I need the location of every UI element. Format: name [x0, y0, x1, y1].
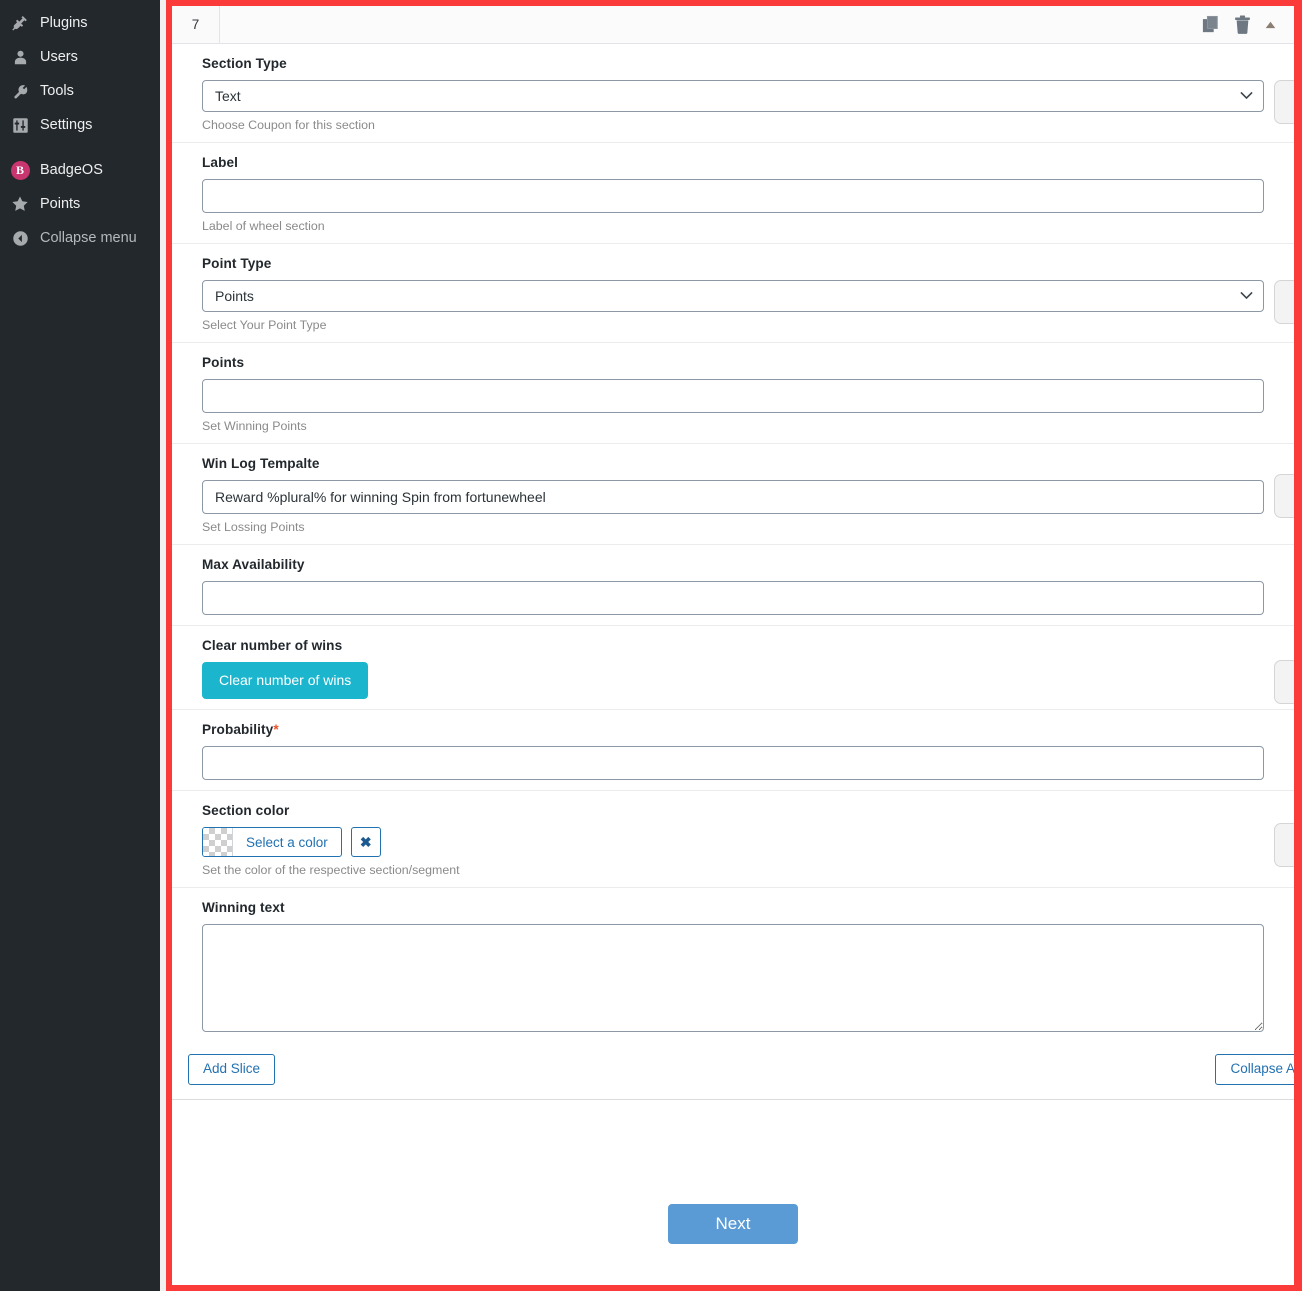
- field-label: Winning text: [202, 900, 285, 915]
- point-type-select-wrap: [202, 280, 1264, 312]
- field-label: Win Log Tempalte: [202, 456, 320, 471]
- win-log-template-input[interactable]: [202, 480, 1264, 514]
- highlight-frame: 7 Section Type Text Choose Coupon for th…: [166, 0, 1302, 1291]
- sidebar-item-label: Settings: [40, 116, 93, 133]
- winning-text-textarea[interactable]: [202, 924, 1264, 1032]
- sidebar-item-label: Plugins: [40, 14, 88, 31]
- sidebar-item-plugins[interactable]: Plugins: [0, 6, 160, 40]
- field-label: Section color: [202, 803, 290, 818]
- field-point-type: Point Type Select Your Point Type: [172, 244, 1294, 343]
- collapse-icon[interactable]: [1265, 21, 1276, 29]
- select-a-color-button[interactable]: Select a color: [202, 827, 342, 857]
- badgeos-badge-letter: B: [10, 160, 30, 180]
- slice-actions: [1202, 6, 1294, 43]
- field-clear-wins: Clear number of wins Clear number of win…: [172, 626, 1294, 710]
- wrench-icon: [10, 81, 30, 101]
- screen: Plugins Users Tools Settings B BadgeOS P…: [0, 0, 1302, 1291]
- edge-cutoff-element: [1274, 660, 1294, 704]
- edge-cutoff-element: [1274, 474, 1294, 518]
- field-section-type: Section Type Choose Coupon for this sect…: [172, 44, 1294, 143]
- slice-panel: 7 Section Type Text Choose Coupon for th…: [172, 6, 1294, 1285]
- clear-color-button[interactable]: ✖: [350, 827, 381, 857]
- field-probability: Probability*: [172, 710, 1294, 791]
- next-button[interactable]: Next: [668, 1203, 798, 1244]
- sidebar-item-label: Points: [40, 195, 81, 212]
- field-label-row: Label Label of wheel section: [172, 143, 1294, 244]
- user-icon: [10, 47, 30, 67]
- admin-sidebar: Plugins Users Tools Settings B BadgeOS P…: [0, 0, 160, 1291]
- field-description: Set the color of the respective section/…: [202, 863, 460, 877]
- sidebar-item-badgeos[interactable]: B BadgeOS: [0, 153, 160, 187]
- label-input[interactable]: [202, 179, 1264, 213]
- sidebar-item-collapse-menu[interactable]: Collapse menu: [0, 221, 160, 255]
- clear-number-of-wins-button[interactable]: Clear number of wins: [202, 662, 369, 699]
- field-description: Label of wheel section: [202, 219, 325, 233]
- field-description: Set Winning Points: [202, 419, 307, 433]
- slice-fields: Section Type Choose Coupon for this sect…: [172, 44, 1294, 1042]
- sidebar-item-label: Users: [40, 48, 78, 65]
- sidebar-item-users[interactable]: Users: [0, 40, 160, 74]
- field-win-log-template: Win Log Tempalte Set Lossing Points: [172, 444, 1294, 545]
- required-marker: *: [273, 722, 279, 737]
- star-icon: [10, 194, 30, 214]
- section-type-select-wrap: [202, 80, 1264, 112]
- field-max-availability: Max Availability: [172, 545, 1294, 626]
- field-label: Point Type: [202, 256, 272, 271]
- field-label: Section Type: [202, 56, 287, 71]
- edge-cutoff-element: [1274, 823, 1294, 867]
- field-label-text: Probability: [202, 722, 274, 737]
- plug-icon: [10, 13, 30, 33]
- color-swatch-icon: [203, 828, 233, 856]
- slice-footer: Add Slice Collapse All: [172, 1042, 1294, 1100]
- field-description: Set Lossing Points: [202, 520, 305, 534]
- sidebar-item-tools[interactable]: Tools: [0, 74, 160, 108]
- sidebar-item-label: Collapse menu: [40, 229, 137, 246]
- slice-tab-number[interactable]: 7: [172, 6, 220, 43]
- edge-cutoff-element: [1274, 280, 1294, 324]
- section-type-select[interactable]: [202, 80, 1264, 112]
- color-control: Select a color ✖: [202, 827, 1264, 857]
- probability-input[interactable]: [202, 746, 1264, 780]
- field-label: Points: [202, 355, 245, 370]
- sliders-icon: [10, 115, 30, 135]
- field-label: Clear number of wins: [202, 638, 343, 653]
- field-description: Select Your Point Type: [202, 318, 327, 332]
- sidebar-item-settings[interactable]: Settings: [0, 108, 160, 142]
- collapse-all-wrap: Collapse All: [1215, 1054, 1294, 1085]
- wizard-footer: Next: [172, 1099, 1294, 1250]
- field-section-color: Section color Select a color ✖ Set the c…: [172, 791, 1294, 888]
- collapse-arrow-icon: [10, 228, 30, 248]
- max-availability-input[interactable]: [202, 581, 1264, 615]
- duplicate-icon[interactable]: [1202, 15, 1220, 34]
- point-type-select[interactable]: [202, 280, 1264, 312]
- badgeos-b-icon: B: [10, 160, 30, 180]
- delete-icon[interactable]: [1234, 15, 1251, 34]
- field-label: Max Availability: [202, 557, 305, 572]
- slice-header: 7: [172, 6, 1294, 44]
- field-description: Choose Coupon for this section: [202, 118, 375, 132]
- add-slice-button[interactable]: Add Slice: [188, 1054, 276, 1085]
- slice-header-spacer: [220, 6, 1202, 43]
- select-a-color-label: Select a color: [246, 834, 328, 850]
- points-input[interactable]: [202, 379, 1264, 413]
- collapse-all-button[interactable]: Collapse All: [1215, 1054, 1294, 1085]
- sidebar-item-label: BadgeOS: [40, 161, 103, 178]
- sidebar-item-points[interactable]: Points: [0, 187, 160, 221]
- field-label: Probability*: [202, 722, 1264, 737]
- field-points: Points Set Winning Points: [172, 343, 1294, 444]
- field-label: Label: [202, 155, 239, 170]
- field-winning-text: Winning text: [172, 888, 1294, 1042]
- edge-cutoff-element: [1274, 80, 1294, 124]
- sidebar-item-label: Tools: [40, 82, 74, 99]
